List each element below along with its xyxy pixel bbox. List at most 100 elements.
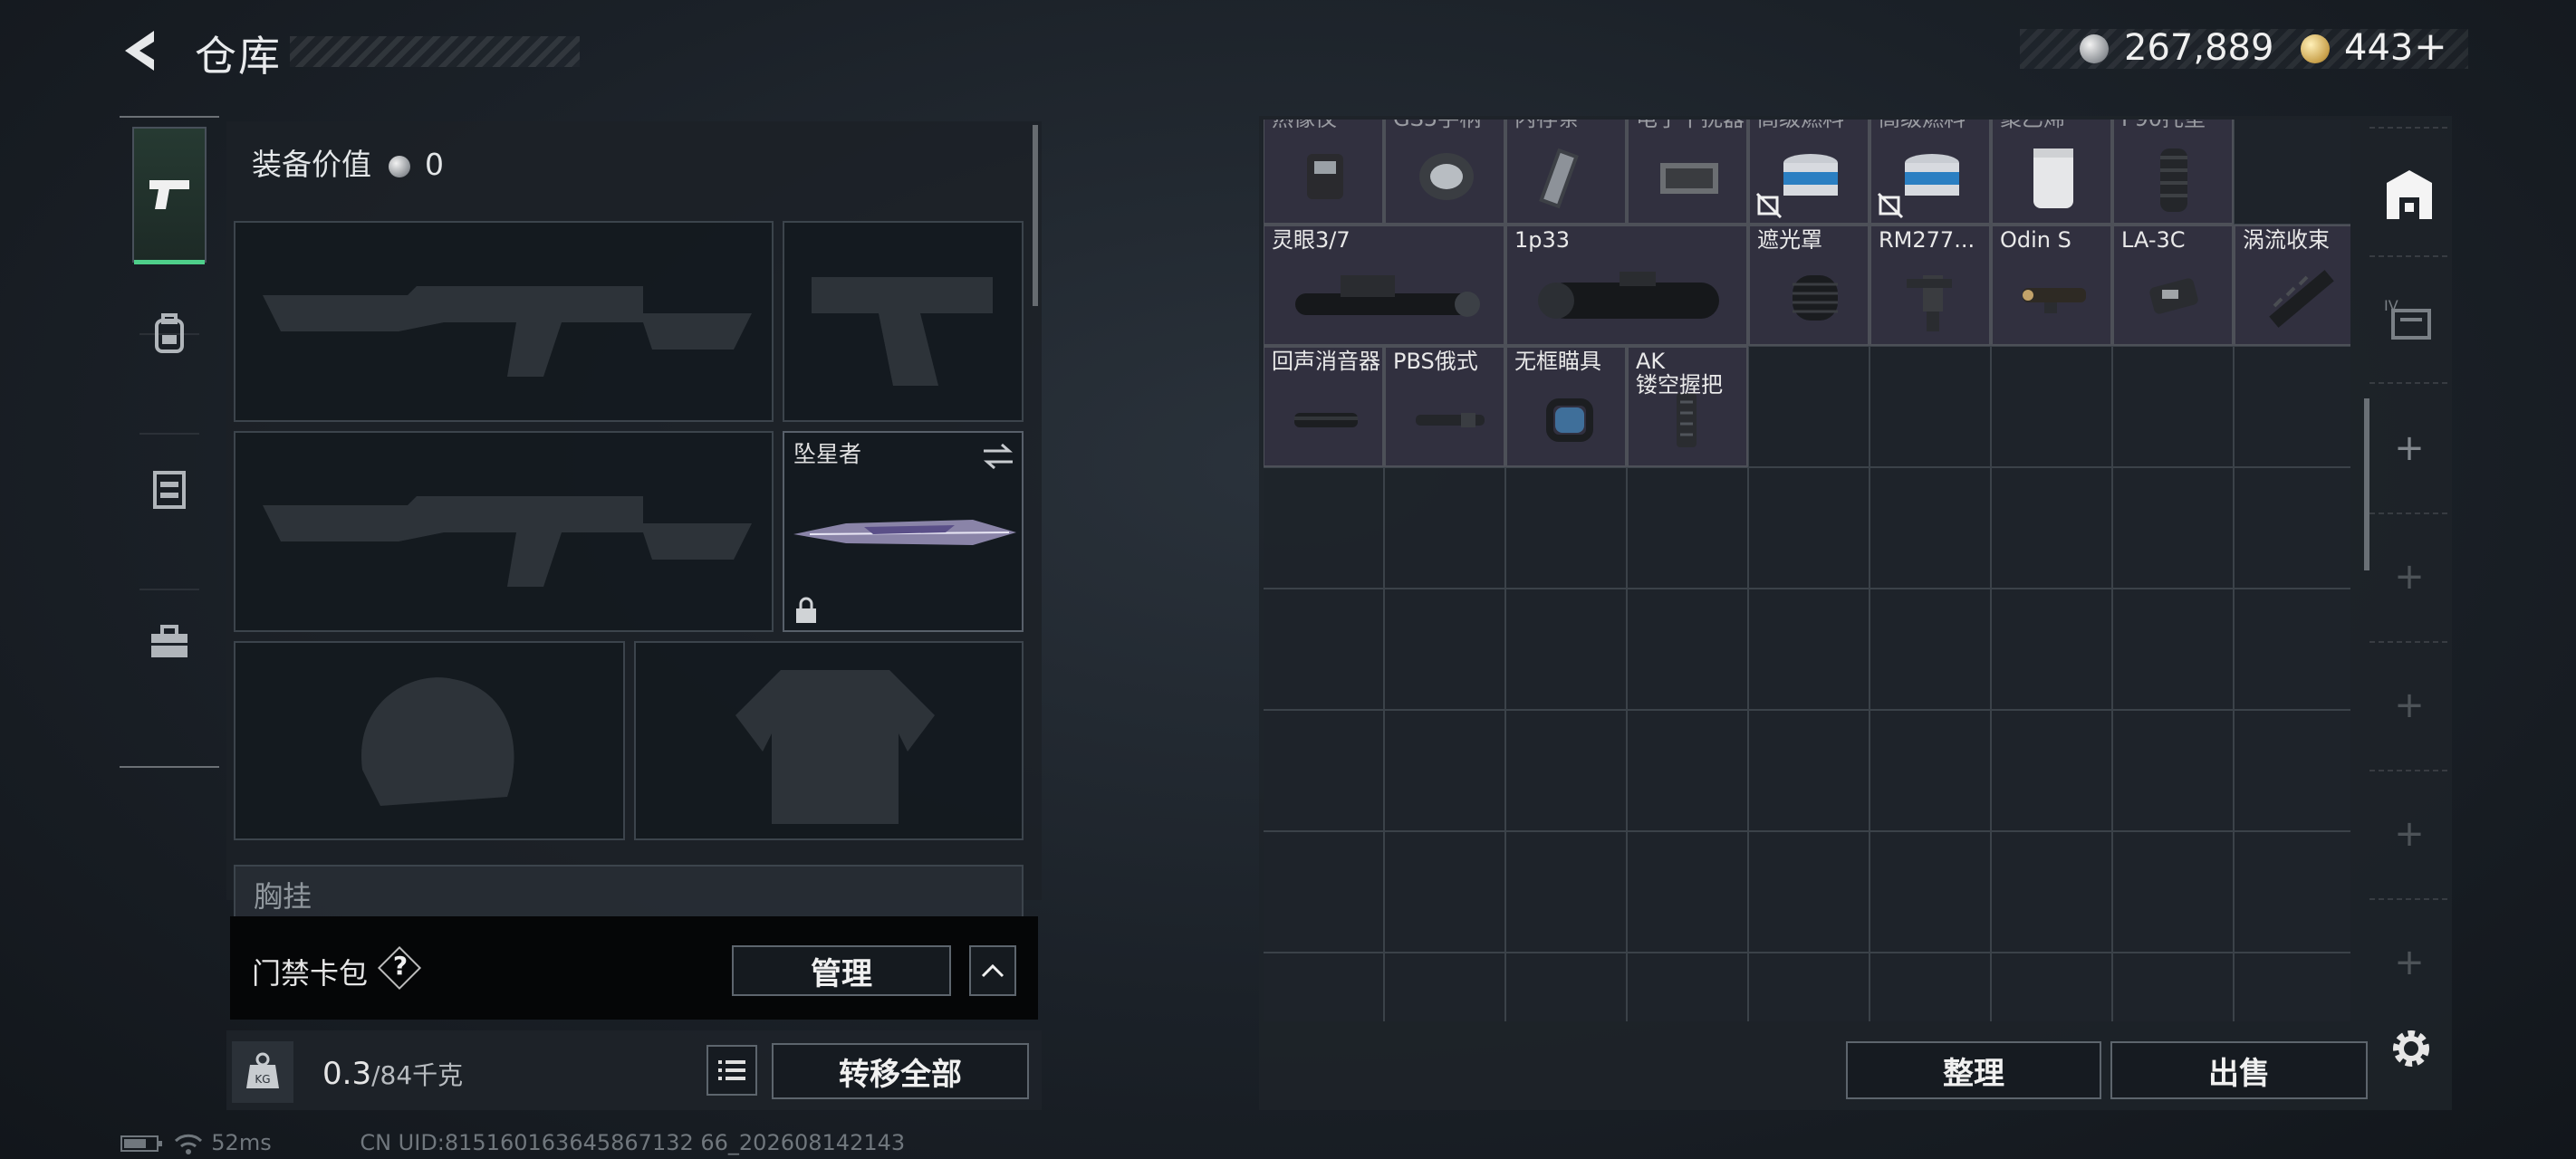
grid-cell[interactable] bbox=[1627, 953, 1748, 1021]
tab-weapons[interactable] bbox=[132, 127, 207, 264]
inventory-item[interactable]: 内存条 bbox=[1505, 120, 1627, 225]
grid-cell[interactable] bbox=[2234, 710, 2350, 831]
grid-cell[interactable] bbox=[1991, 953, 2112, 1021]
secondary-weapon-slot[interactable] bbox=[783, 221, 1024, 422]
back-button[interactable] bbox=[118, 25, 163, 76]
tab-toolbox[interactable] bbox=[132, 598, 207, 688]
grid-cell[interactable] bbox=[2112, 589, 2234, 710]
manage-button[interactable]: 管理 bbox=[732, 945, 951, 996]
grid-cell[interactable] bbox=[2112, 710, 2234, 831]
grid-cell[interactable] bbox=[2112, 953, 2234, 1021]
grid-cell[interactable] bbox=[2112, 467, 2234, 589]
grid-cell[interactable] bbox=[1264, 467, 1384, 589]
grid-cell[interactable] bbox=[1991, 831, 2112, 953]
grid-cell[interactable] bbox=[1505, 467, 1627, 589]
grid-cell[interactable] bbox=[1627, 589, 1748, 710]
inventory-item[interactable]: 回声消音器 bbox=[1264, 346, 1384, 467]
gold-add-button[interactable]: + bbox=[2414, 24, 2447, 70]
grid-cell[interactable] bbox=[1505, 589, 1627, 710]
add-storage-tab-5[interactable]: + bbox=[2373, 904, 2446, 1021]
inventory-item[interactable]: 电子干扰器 bbox=[1627, 120, 1748, 225]
grid-cell[interactable] bbox=[1384, 831, 1505, 953]
grid-cell[interactable] bbox=[1264, 710, 1384, 831]
grid-cell[interactable] bbox=[2234, 120, 2350, 225]
grid-cell[interactable] bbox=[1384, 589, 1505, 710]
grid-cell[interactable] bbox=[1748, 467, 1870, 589]
grid-cell[interactable] bbox=[1384, 710, 1505, 831]
armor-slot[interactable] bbox=[634, 641, 1024, 840]
add-storage-tab-4[interactable]: + bbox=[2373, 775, 2446, 893]
grid-cell[interactable] bbox=[1748, 710, 1870, 831]
sort-button[interactable]: 整理 bbox=[1846, 1041, 2101, 1099]
inventory-item[interactable]: 涡流收束 bbox=[2234, 225, 2350, 346]
grid-cell[interactable] bbox=[1870, 831, 1991, 953]
grid-cell[interactable] bbox=[2234, 831, 2350, 953]
grid-cell[interactable] bbox=[1384, 953, 1505, 1021]
primary-weapon-slot[interactable] bbox=[234, 221, 774, 422]
swap-icon[interactable] bbox=[980, 442, 1016, 471]
chest-rig-slot[interactable]: 胸挂 bbox=[234, 865, 1024, 919]
grid-cell[interactable] bbox=[2112, 346, 2234, 467]
grid-cell[interactable] bbox=[1384, 467, 1505, 589]
collapse-button[interactable] bbox=[969, 945, 1016, 996]
add-storage-tab-2[interactable]: + bbox=[2373, 518, 2446, 636]
inventory-item[interactable]: RM277... bbox=[1870, 225, 1991, 346]
grid-cell[interactable] bbox=[1748, 953, 1870, 1021]
grid-cell[interactable] bbox=[1627, 710, 1748, 831]
grid-cell[interactable] bbox=[1991, 467, 2112, 589]
inventory-item[interactable]: 遮光罩 bbox=[1748, 225, 1870, 346]
inventory-item[interactable]: 无框瞄具 bbox=[1505, 346, 1627, 467]
inventory-item[interactable]: P90托垫 bbox=[2112, 120, 2234, 225]
grid-cell[interactable] bbox=[1505, 831, 1627, 953]
grid-cell[interactable] bbox=[1748, 346, 1870, 467]
inventory-item[interactable]: AK 镂空握把 bbox=[1627, 346, 1748, 467]
transfer-all-button[interactable]: 转移全部 bbox=[772, 1043, 1029, 1099]
inventory-item[interactable]: GS5手柄 bbox=[1384, 120, 1505, 225]
tab-backpack[interactable] bbox=[132, 290, 207, 380]
grid-cell[interactable] bbox=[1264, 589, 1384, 710]
tab-storage-main[interactable] bbox=[2373, 136, 2446, 254]
add-storage-tab-3[interactable]: + bbox=[2373, 647, 2446, 764]
loadout-scrollbar[interactable] bbox=[1033, 125, 1038, 306]
inventory-item[interactable]: 聚乙烯 bbox=[1991, 120, 2112, 225]
tab-storage-4[interactable]: IV bbox=[2373, 259, 2446, 377]
inventory-item[interactable]: 高级燃料 bbox=[1870, 120, 1991, 225]
grid-cell[interactable] bbox=[1991, 346, 2112, 467]
grid-cell[interactable] bbox=[1748, 589, 1870, 710]
grid-cell[interactable] bbox=[1264, 953, 1384, 1021]
grid-cell[interactable] bbox=[2112, 831, 2234, 953]
storage-scrollbar[interactable] bbox=[2364, 398, 2369, 570]
list-view-button[interactable] bbox=[706, 1045, 757, 1096]
inventory-item[interactable]: 灵眼3/7 bbox=[1264, 225, 1505, 346]
grid-cell[interactable] bbox=[1627, 831, 1748, 953]
grid-cell[interactable] bbox=[1991, 589, 2112, 710]
inventory-item[interactable]: 1p33 bbox=[1505, 225, 1748, 346]
sell-button[interactable]: 出售 bbox=[2110, 1041, 2368, 1099]
grid-cell[interactable] bbox=[2234, 346, 2350, 467]
grid-cell[interactable] bbox=[1748, 831, 1870, 953]
secondary-rifle-slot[interactable] bbox=[234, 431, 774, 632]
grid-cell[interactable] bbox=[1505, 710, 1627, 831]
helmet-slot[interactable] bbox=[234, 641, 625, 840]
grid-cell[interactable] bbox=[2234, 589, 2350, 710]
grid-cell[interactable] bbox=[1870, 953, 1991, 1021]
settings-button[interactable] bbox=[2386, 1023, 2437, 1078]
inventory-item[interactable]: 热像仪 bbox=[1264, 120, 1384, 225]
inventory-item[interactable]: PBS俄式 bbox=[1384, 346, 1505, 467]
add-storage-tab-1[interactable]: + bbox=[2373, 389, 2446, 507]
inventory-item[interactable]: Odin S bbox=[1991, 225, 2112, 346]
inventory-item[interactable]: LA-3C bbox=[2112, 225, 2234, 346]
grid-cell[interactable] bbox=[1991, 710, 2112, 831]
storage-grid[interactable]: 热像仪 GS5手柄 内存条 电子干扰器 高级燃料 高级燃料 聚乙烯 P90托垫灵眼3/7 1p3… bbox=[1264, 120, 2350, 1021]
grid-cell[interactable] bbox=[1870, 589, 1991, 710]
grid-cell[interactable] bbox=[1870, 710, 1991, 831]
grid-cell[interactable] bbox=[2234, 467, 2350, 589]
melee-slot[interactable]: 坠星者 bbox=[783, 431, 1024, 632]
grid-cell[interactable] bbox=[1870, 467, 1991, 589]
grid-cell[interactable] bbox=[1505, 953, 1627, 1021]
tab-vest[interactable] bbox=[132, 444, 207, 534]
grid-cell[interactable] bbox=[2234, 953, 2350, 1021]
grid-cell[interactable] bbox=[1870, 346, 1991, 467]
grid-cell[interactable] bbox=[1264, 831, 1384, 953]
inventory-item[interactable]: 高级燃料 bbox=[1748, 120, 1870, 225]
